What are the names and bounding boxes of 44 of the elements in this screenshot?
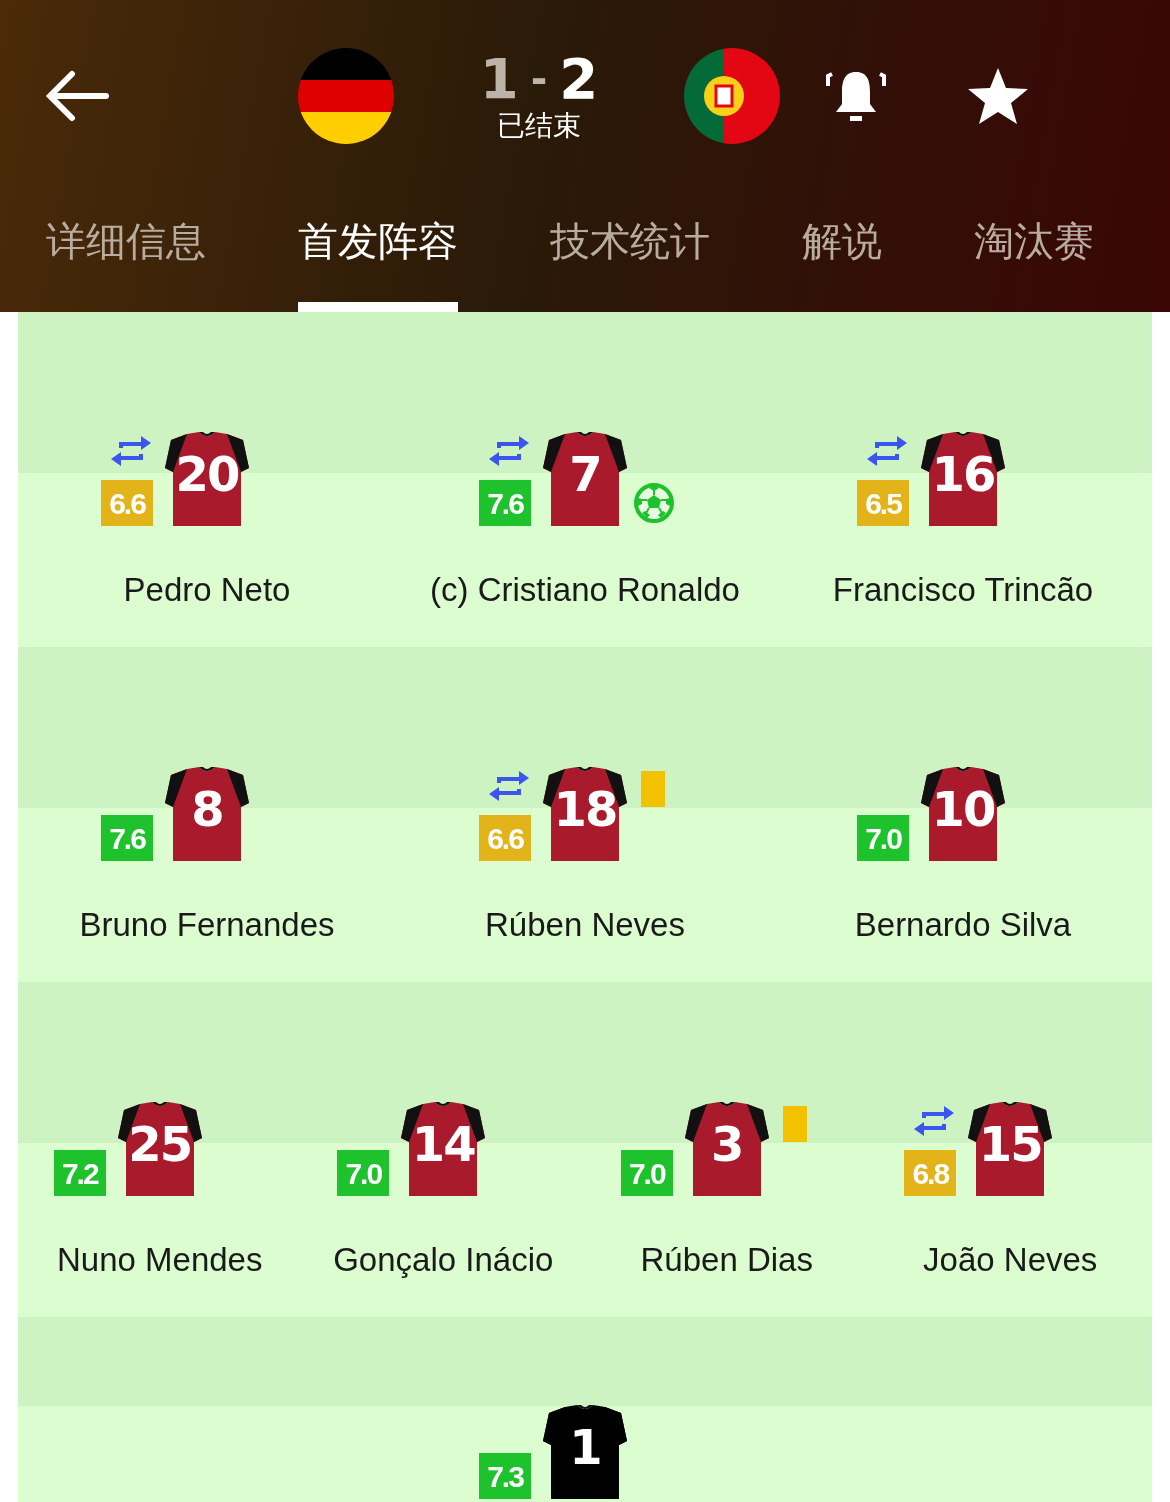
player-name: (c) Cristiano Ronaldo bbox=[430, 570, 740, 610]
away-score: 2 bbox=[559, 49, 599, 109]
rating-badge: 6.6 bbox=[101, 480, 153, 526]
portugal-flag-icon bbox=[684, 48, 780, 144]
tab[interactable]: 首发阵容 bbox=[252, 192, 504, 312]
rating-badge: 7.0 bbox=[857, 815, 909, 861]
player-name: Rúben Dias bbox=[640, 1240, 813, 1280]
tab[interactable]: 技术统计 bbox=[504, 192, 756, 312]
shirt: 7 bbox=[543, 432, 627, 526]
rating-badge: 6.5 bbox=[857, 480, 909, 526]
tab[interactable]: 淘汰赛 bbox=[928, 192, 1140, 312]
shirt: 10 bbox=[921, 767, 1005, 861]
player-name: Bernardo Silva bbox=[854, 905, 1072, 945]
shirt: 25 bbox=[117, 1102, 202, 1196]
rating-badge: 7.6 bbox=[479, 480, 531, 526]
tab[interactable]: 解说 bbox=[756, 192, 928, 312]
rating-badge: 6.6 bbox=[479, 815, 531, 861]
shirt: 1 bbox=[543, 1405, 627, 1499]
score-separator: - bbox=[530, 55, 548, 104]
tab[interactable]: 详细信息 bbox=[0, 192, 252, 312]
rating-badge: 7.6 bbox=[101, 815, 153, 861]
player-name: Nuno Mendes bbox=[57, 1240, 263, 1280]
player-name: Rúben Neves bbox=[485, 905, 685, 945]
player-name: Francisco Trincão bbox=[832, 570, 1094, 610]
player-name: Gonçalo Inácio bbox=[333, 1240, 554, 1280]
rating-badge: 7.2 bbox=[53, 1150, 106, 1196]
shirt: 15 bbox=[968, 1102, 1053, 1196]
match-status: 已结束 bbox=[497, 109, 581, 143]
home-score: 1 bbox=[479, 49, 519, 109]
shirt: 20 bbox=[165, 432, 249, 526]
shirt: 8 bbox=[165, 767, 249, 861]
rating-badge: 7.0 bbox=[337, 1150, 390, 1196]
rating-badge: 6.8 bbox=[904, 1150, 957, 1196]
germany-flag-icon bbox=[298, 48, 394, 144]
player-name: Bruno Fernandes bbox=[79, 905, 335, 945]
player-name: João Neves bbox=[923, 1240, 1098, 1280]
back-icon[interactable] bbox=[46, 68, 110, 124]
player-name: Pedro Neto bbox=[123, 570, 291, 610]
shirt: 14 bbox=[401, 1102, 486, 1196]
shirt: 16 bbox=[921, 432, 1005, 526]
rating-badge: 7.3 bbox=[479, 1453, 531, 1499]
shirt: 3 bbox=[684, 1102, 769, 1196]
rating-badge: 7.0 bbox=[620, 1150, 673, 1196]
shirt: 18 bbox=[543, 767, 627, 861]
